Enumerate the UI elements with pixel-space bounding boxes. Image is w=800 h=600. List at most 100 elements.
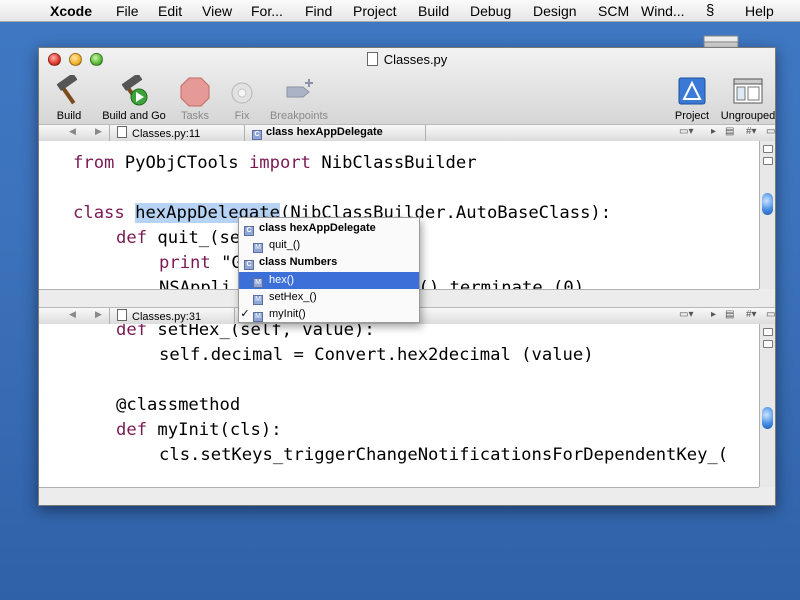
menu-item-quit[interactable]: Mquit_() bbox=[239, 237, 419, 254]
menu-help[interactable]: Help bbox=[745, 3, 774, 19]
bottom-horizontal-scrollbar[interactable] bbox=[39, 487, 759, 505]
class-badge-icon: C bbox=[244, 260, 254, 270]
menu-scm[interactable]: SCM bbox=[598, 3, 629, 19]
class-badge-icon: C bbox=[252, 130, 262, 140]
code-token: NSAppli bbox=[159, 278, 232, 289]
bottom-scroll-thumb[interactable] bbox=[762, 407, 773, 429]
menu-item-label: quit_() bbox=[269, 239, 301, 251]
symbol-label: class hexAppDelegate bbox=[266, 126, 383, 138]
counterpart-icon[interactable]: ▤ bbox=[725, 309, 734, 320]
menu-build[interactable]: Build bbox=[418, 3, 449, 19]
file-history-label: Classes.py:11 bbox=[132, 128, 201, 140]
build-and-go-button[interactable]: Build and Go bbox=[95, 73, 173, 122]
project-button[interactable]: Project bbox=[668, 75, 716, 122]
script-menu-icon[interactable]: § bbox=[706, 2, 714, 19]
menu-item-class-numbers[interactable]: Cclass Numbers bbox=[239, 254, 419, 271]
document-icon bbox=[366, 52, 378, 66]
menu-design[interactable]: Design bbox=[533, 3, 577, 19]
divider bbox=[109, 125, 110, 141]
menu-bar: Xcode File Edit View For... Find Project… bbox=[0, 0, 800, 22]
tasks-button[interactable]: Tasks bbox=[175, 75, 215, 122]
split-view-icon[interactable]: ▭ bbox=[766, 309, 775, 320]
breakpoint-icon bbox=[283, 75, 315, 107]
window-layout-icon bbox=[732, 75, 764, 107]
file-history-popup[interactable]: Classes.py:31 bbox=[117, 309, 201, 323]
menu-item-label: myInit() bbox=[269, 308, 306, 320]
menu-app[interactable]: Xcode bbox=[50, 3, 92, 19]
menu-item-label: class hexAppDelegate bbox=[259, 222, 376, 234]
split-pane-icon[interactable] bbox=[763, 145, 773, 153]
build-and-go-label: Build and Go bbox=[102, 110, 166, 122]
split-pane-icon[interactable] bbox=[763, 157, 773, 165]
code-token: PyObjCTools bbox=[114, 153, 249, 173]
menu-item-label: class Numbers bbox=[259, 256, 338, 268]
includes-icon[interactable]: #▾ bbox=[746, 126, 757, 137]
code-token: def bbox=[116, 228, 148, 248]
code-token: setHex_(self, value): bbox=[147, 324, 375, 340]
divider bbox=[109, 308, 110, 324]
counterpart-icon[interactable]: ▤ bbox=[725, 126, 734, 137]
menu-format[interactable]: For... bbox=[251, 3, 283, 19]
menu-project[interactable]: Project bbox=[353, 3, 397, 19]
menu-debug[interactable]: Debug bbox=[470, 3, 511, 19]
breakpoint-menu-icon[interactable]: ▸ bbox=[711, 309, 716, 320]
method-badge-icon: M bbox=[253, 295, 263, 305]
split-pane-icon[interactable] bbox=[763, 340, 773, 348]
top-scroll-thumb[interactable] bbox=[762, 193, 773, 215]
includes-icon[interactable]: #▾ bbox=[746, 309, 757, 320]
method-badge-icon: M bbox=[253, 312, 263, 322]
window-title: Classes.py bbox=[39, 52, 775, 67]
file-history-popup[interactable]: Classes.py:11 bbox=[117, 126, 200, 140]
ungrouped-button[interactable]: Ungrouped bbox=[717, 75, 775, 122]
window-title-text: Classes.py bbox=[383, 52, 448, 67]
menu-item-class-hexappdelegate[interactable]: Cclass hexAppDelegate bbox=[239, 220, 419, 237]
menu-item-label: hex() bbox=[269, 274, 295, 286]
symbol-popup-menu: Cclass hexAppDelegate Mquit_() Cclass Nu… bbox=[238, 217, 420, 323]
code-token: def bbox=[116, 324, 148, 340]
divider bbox=[244, 125, 245, 141]
bottom-code-editor[interactable]: def setHex_(self, value): self.decimal =… bbox=[39, 324, 759, 487]
code-token: from bbox=[73, 153, 115, 173]
menu-file[interactable]: File bbox=[116, 3, 139, 19]
class-badge-icon: C bbox=[244, 226, 254, 236]
build-button[interactable]: Build bbox=[47, 73, 91, 122]
code-token: class bbox=[73, 203, 125, 223]
forward-arrow-icon[interactable]: ▶ bbox=[95, 309, 102, 320]
top-navigation-bar: ◀ ▶ Classes.py:11 Cclass hexAppDelegate … bbox=[39, 124, 775, 142]
back-arrow-icon[interactable]: ◀ bbox=[69, 309, 76, 320]
back-arrow-icon[interactable]: ◀ bbox=[69, 126, 76, 137]
code-line-4: def quit_(se bbox=[116, 226, 240, 251]
build-label: Build bbox=[56, 110, 82, 122]
tasks-label: Tasks bbox=[180, 110, 210, 122]
divider bbox=[425, 125, 426, 141]
hammer-icon bbox=[53, 73, 85, 107]
menu-item-hex[interactable]: Mhex() bbox=[239, 272, 419, 289]
top-vertical-scrollbar[interactable] bbox=[759, 141, 775, 289]
file-history-label: Classes.py:31 bbox=[132, 311, 202, 323]
code-line-6: cls.setKeys_triggerChangeNotificationsFo… bbox=[159, 445, 729, 465]
fix-button[interactable]: Fix bbox=[225, 75, 259, 122]
menu-item-myinit[interactable]: ✓ MmyInit() bbox=[239, 306, 419, 323]
project-label: Project bbox=[674, 110, 710, 122]
menu-view[interactable]: View bbox=[202, 3, 232, 19]
divider bbox=[234, 308, 235, 324]
menu-window[interactable]: Wind... bbox=[641, 3, 685, 19]
menu-find[interactable]: Find bbox=[305, 3, 332, 19]
code-token: quit_(se bbox=[147, 228, 241, 248]
breakpoint-menu-icon[interactable]: ▸ bbox=[711, 126, 716, 137]
bookmarks-icon[interactable]: ▭▾ bbox=[679, 126, 693, 137]
symbol-popup[interactable]: Cclass hexAppDelegate bbox=[252, 126, 383, 140]
bottom-vertical-scrollbar[interactable] bbox=[759, 324, 775, 487]
menu-item-label: setHex_() bbox=[269, 291, 317, 303]
split-pane-icon[interactable] bbox=[763, 328, 773, 336]
document-icon bbox=[117, 126, 127, 138]
method-badge-icon: M bbox=[253, 278, 263, 288]
bookmarks-icon[interactable]: ▭▾ bbox=[679, 309, 693, 320]
menu-item-sethex[interactable]: MsetHex_() bbox=[239, 289, 419, 306]
split-view-icon[interactable]: ▭ bbox=[766, 126, 775, 137]
breakpoints-button[interactable]: Breakpoints bbox=[263, 75, 335, 122]
menu-edit[interactable]: Edit bbox=[158, 3, 182, 19]
forward-arrow-icon[interactable]: ▶ bbox=[95, 126, 102, 137]
fix-label: Fix bbox=[234, 110, 250, 122]
code-line-5: print "G bbox=[159, 251, 242, 276]
